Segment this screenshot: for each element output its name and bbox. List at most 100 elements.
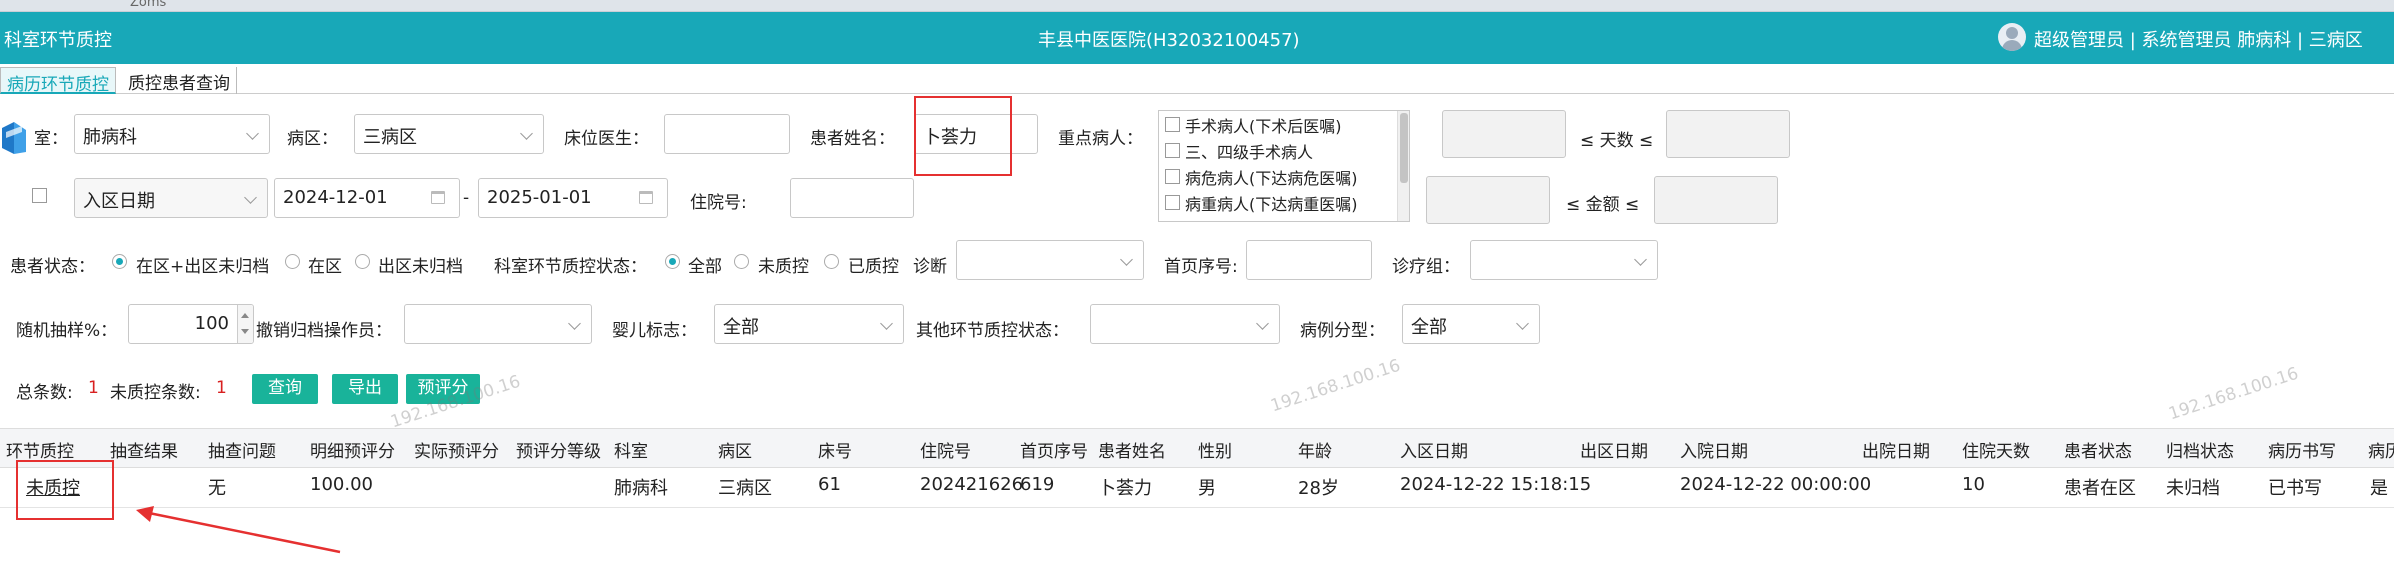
browser-tab-title[interactable]: Zoms <box>130 0 166 10</box>
col-header[interactable]: 年龄 <box>1298 437 1332 462</box>
col-header[interactable]: 明细预评分 <box>310 437 395 462</box>
user-info[interactable]: 超级管理员 | 系统管理员 肺病科 | 三病区 <box>2034 26 2363 52</box>
dept-label: 室： <box>34 129 68 149</box>
query-button[interactable]: 查询 <box>252 374 318 404</box>
radio-qc-checked[interactable] <box>824 254 839 269</box>
checkbox[interactable] <box>1165 169 1180 184</box>
date-from-input[interactable]: 2024-12-01 <box>274 178 460 218</box>
tab-qc-patient-query[interactable]: 质控患者查询 <box>122 67 237 94</box>
key-patient-option[interactable]: 病重病人(下达病重医嘱) <box>1159 191 1395 215</box>
col-header[interactable]: 病区 <box>718 437 752 462</box>
checkbox[interactable] <box>1165 195 1180 210</box>
key-patient-option-label: 三、四级手术病人 <box>1185 143 1314 162</box>
unqc-count-value: 1 <box>216 378 227 398</box>
key-patient-option-label: 手术病人(下术后医嘱) <box>1185 117 1342 136</box>
days-min-input[interactable] <box>1442 110 1566 158</box>
total-count-label: 总条数: <box>16 383 73 403</box>
list-scrollbar[interactable] <box>1397 111 1409 221</box>
cell-patient-status: 患者在区 <box>2064 478 2136 499</box>
col-header[interactable]: 出院日期 <box>1862 437 1930 462</box>
revoke-operator-select[interactable] <box>404 304 592 344</box>
infant-select[interactable]: 全部 <box>714 304 904 344</box>
table-row[interactable]: 未质控 无 100.00 肺病科 三病区 61 202421626 619 卜荟… <box>0 468 2394 508</box>
col-header[interactable]: 入院日期 <box>1680 437 1748 462</box>
col-header[interactable]: 患者状态 <box>2064 437 2132 462</box>
scrollbar-thumb[interactable] <box>1400 113 1408 183</box>
radio-status-all-label: 在区+出区未归档 <box>136 257 270 277</box>
col-header[interactable]: 住院号 <box>920 437 971 462</box>
date-from-value: 2024-12-01 <box>283 187 388 208</box>
date-type-select[interactable]: 入区日期 <box>74 178 268 218</box>
key-patient-option[interactable]: 手术病人(下术后医嘱) <box>1159 113 1395 137</box>
radio-qc-checked-label: 已质控 <box>848 257 899 277</box>
radio-status-out-unarchived[interactable] <box>355 254 370 269</box>
col-header[interactable]: 预评分等级 <box>516 437 601 462</box>
sampling-input[interactable]: 100 <box>128 304 254 344</box>
radio-status-in-ward[interactable] <box>285 254 300 269</box>
unqc-count-label: 未质控条数: <box>110 383 201 403</box>
amount-max-input[interactable] <box>1654 176 1778 224</box>
first-page-no-input[interactable] <box>1246 240 1372 280</box>
key-patient-option[interactable]: 三、四级手术病人 <box>1159 139 1395 163</box>
bed-doctor-label: 床位医生： <box>564 129 649 149</box>
stepper-up-icon[interactable] <box>241 313 249 318</box>
diagnosis-select[interactable] <box>956 240 1144 280</box>
days-max-input[interactable] <box>1666 110 1790 158</box>
export-button[interactable]: 导出 <box>332 374 398 404</box>
col-header[interactable]: 住院天数 <box>1962 437 2030 462</box>
calendar-icon[interactable] <box>639 191 653 204</box>
checkbox[interactable] <box>1165 117 1180 132</box>
dept-select[interactable]: 肺病科 <box>74 114 270 154</box>
col-header[interactable]: 病历 <box>2368 437 2394 462</box>
date-to-input[interactable]: 2025-01-01 <box>478 178 668 218</box>
col-header[interactable]: 出区日期 <box>1580 437 1648 462</box>
sampling-stepper[interactable] <box>237 305 253 343</box>
calendar-icon[interactable] <box>431 191 445 204</box>
chevron-down-icon <box>1634 253 1647 266</box>
other-qc-label: 其他环节质控状态： <box>916 321 1069 341</box>
key-patient-list[interactable]: 手术病人(下术后医嘱) 三、四级手术病人 病危病人(下达病危医嘱) 病重病人(下… <box>1158 110 1410 222</box>
cell-admit-date: 2024-12-22 00:00:00 <box>1680 474 1872 495</box>
col-header[interactable]: 归档状态 <box>2166 437 2234 462</box>
col-header[interactable]: 实际预评分 <box>414 437 499 462</box>
tab-record-qc[interactable]: 病历环节质控 <box>0 67 116 95</box>
radio-qc-unchecked[interactable] <box>734 254 749 269</box>
col-header[interactable]: 性别 <box>1198 437 1232 462</box>
infant-value: 全部 <box>723 317 759 338</box>
ward-select[interactable]: 三病区 <box>354 114 544 154</box>
infant-label: 婴儿标志： <box>612 321 697 341</box>
col-header[interactable]: 入区日期 <box>1400 437 1468 462</box>
module-title: 科室环节质控 <box>4 30 112 51</box>
sampling-value: 100 <box>194 313 229 334</box>
admission-no-label: 住院号: <box>690 193 747 213</box>
total-count-value: 1 <box>88 378 99 398</box>
col-header[interactable]: 抽查问题 <box>208 437 276 462</box>
other-qc-select[interactable] <box>1090 304 1280 344</box>
radio-qc-all[interactable] <box>665 254 680 269</box>
col-header[interactable]: 患者姓名 <box>1098 437 1166 462</box>
col-header[interactable]: 环节质控 <box>6 437 74 462</box>
col-header[interactable]: 床号 <box>818 437 852 462</box>
col-header[interactable]: 抽查结果 <box>110 437 178 462</box>
bed-doctor-input[interactable] <box>664 114 790 154</box>
stepper-down-icon[interactable] <box>241 329 249 334</box>
checkbox[interactable] <box>1165 143 1180 158</box>
amount-min-input[interactable] <box>1426 176 1550 224</box>
col-header[interactable]: 病历书写 <box>2268 437 2336 462</box>
cell-ward: 三病区 <box>718 478 772 499</box>
date-to-value: 2025-01-01 <box>487 187 592 208</box>
case-type-select[interactable]: 全部 <box>1402 304 1540 344</box>
key-patient-option-label: 病危病人(下达病危医嘱) <box>1185 169 1358 188</box>
hospital-name: 丰县中医医院(H32032100457) <box>1038 30 1300 51</box>
radio-status-all[interactable] <box>112 254 127 269</box>
key-patient-option[interactable]: 病危病人(下达病危医嘱) <box>1159 165 1395 189</box>
chevron-down-icon <box>244 191 257 204</box>
col-header[interactable]: 首页序号 <box>1020 437 1088 462</box>
user-avatar-icon[interactable] <box>1998 23 2026 51</box>
col-header[interactable]: 科室 <box>614 437 648 462</box>
table-header: 环节质控 抽查结果 抽查问题 明细预评分 实际预评分 预评分等级 科室 病区 床… <box>0 428 2394 468</box>
treatment-group-select[interactable] <box>1470 240 1658 280</box>
admission-no-input[interactable] <box>790 178 914 218</box>
cell-age: 28岁 <box>1298 478 1339 499</box>
date-filter-checkbox[interactable] <box>32 188 47 203</box>
